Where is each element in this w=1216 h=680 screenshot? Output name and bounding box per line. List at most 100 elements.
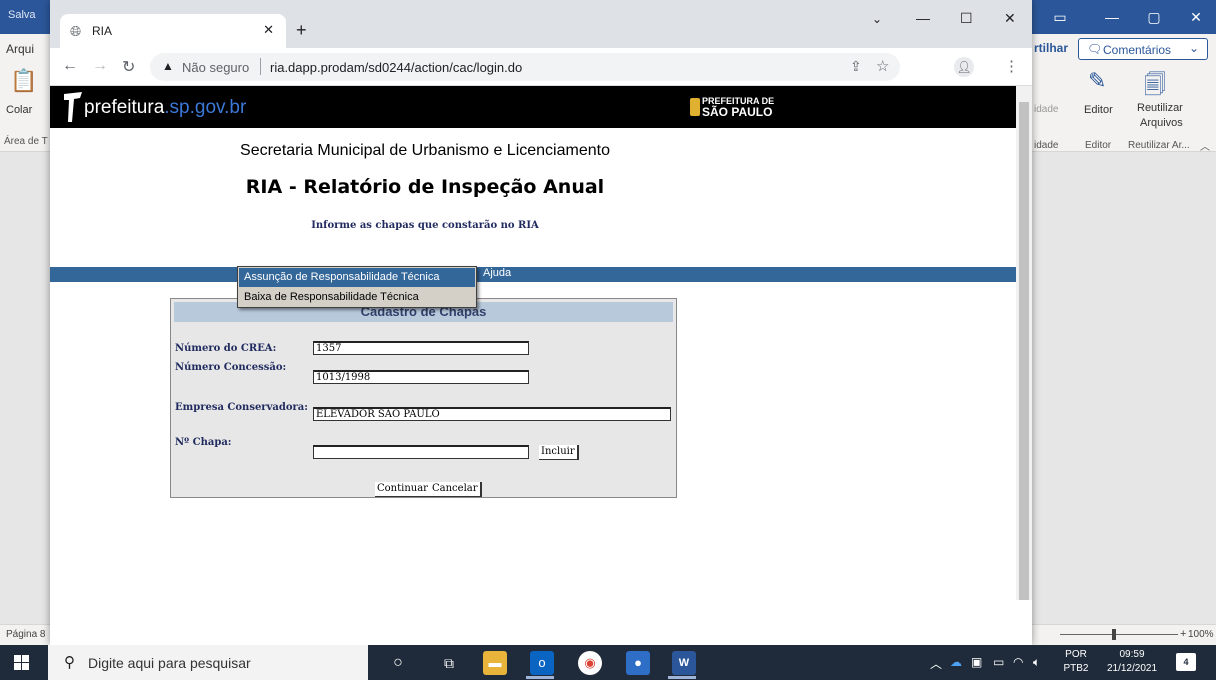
empresa-label: Empresa Conservadora:: [175, 402, 308, 413]
page-scrollbar[interactable]: [1016, 86, 1032, 600]
editor-group-label: Editor: [1085, 140, 1112, 151]
reuse-files-icon[interactable]: 🗐: [1144, 68, 1166, 106]
page-subtitle: Informe as chapas que constarão no RIA: [311, 220, 539, 231]
editor-icon[interactable]: ✎: [1088, 68, 1106, 94]
zoom-in-icon[interactable]: +: [1180, 628, 1186, 640]
windows-start-icon[interactable]: [14, 655, 29, 670]
clipboard-group-label: Área de T: [4, 136, 48, 147]
share-button[interactable]: rtilhar: [1034, 41, 1068, 55]
back-icon[interactable]: ←: [62, 57, 78, 75]
notification-center-icon[interactable]: 4: [1176, 653, 1196, 671]
chrome-maximize-icon[interactable]: ☐: [960, 10, 973, 27]
editor-label[interactable]: Editor: [1084, 104, 1113, 116]
prefeitura-logo-icon: [64, 92, 82, 122]
tab-arquivo[interactable]: Arqui: [6, 42, 34, 56]
menu-item-assuncao[interactable]: Assunção de Responsabilidade Técnica: [239, 268, 475, 287]
word-minimize-icon[interactable]: —: [1092, 4, 1132, 30]
lang-primary: POR: [1065, 649, 1087, 660]
logo-main: prefeitura: [84, 97, 165, 118]
status-page[interactable]: Página 8: [6, 629, 45, 640]
chrome-tabstrip: 🌐︎ RIA ✕ + ⌄ — ☐ ✕: [50, 0, 1032, 48]
menu-ajuda[interactable]: Ajuda: [483, 267, 511, 279]
secretaria-title: Secretaria Municipal de Urbanismo e Lice…: [240, 142, 610, 159]
tab-search-icon[interactable]: ⌄: [872, 12, 882, 26]
word-restore-icon[interactable]: ▢: [1134, 4, 1174, 30]
teams-icon[interactable]: ●: [626, 651, 650, 675]
notification-count: 4: [1183, 657, 1189, 667]
nav-menubar: Ajuda: [50, 267, 1016, 282]
prefeitura-sp-logo: PREFEITURA DE SÃO PAULO: [702, 97, 774, 119]
empresa-input[interactable]: ELEVADOR SAO PAULO: [313, 407, 671, 421]
system-clock[interactable]: 09:59 21/12/2021: [1100, 648, 1164, 676]
reuse-label-1[interactable]: Reutilizar: [1137, 102, 1183, 114]
ribbon-fragment-group: idade: [1034, 140, 1059, 151]
chapa-input[interactable]: [313, 445, 529, 459]
share-icon[interactable]: ⇪: [850, 58, 862, 75]
warning-icon[interactable]: ▲: [162, 59, 174, 73]
web-page: prefeitura.sp.gov.br PREFEITURA DE SÃO P…: [50, 86, 1016, 645]
address-bar[interactable]: ▲ Não seguro ria.dapp.prodam/sd0244/acti…: [150, 53, 900, 81]
chrome-toolbar: ← → ↻ ▲ Não seguro ria.dapp.prodam/sd024…: [50, 48, 1032, 86]
chapa-label: Nº Chapa:: [175, 437, 232, 448]
reuse-label-2[interactable]: Arquivos: [1140, 117, 1183, 129]
file-explorer-icon[interactable]: ▬: [483, 651, 507, 675]
profile-icon[interactable]: 👤︎: [954, 57, 974, 77]
chrome-close-icon[interactable]: ✕: [1004, 10, 1016, 27]
clock-time: 09:59: [1119, 649, 1145, 660]
forward-icon[interactable]: →: [92, 57, 108, 75]
zoom-level[interactable]: 100%: [1188, 629, 1214, 640]
volume-icon[interactable]: 🔈︎: [1033, 655, 1040, 670]
outlook-active-indicator: [526, 676, 554, 679]
paste-label[interactable]: Colar: [6, 104, 32, 116]
cancelar-button[interactable]: Cancelar: [430, 482, 482, 497]
ribbon-fragment-label: idade: [1034, 104, 1059, 115]
network-monitor-icon[interactable]: ▣: [971, 655, 982, 669]
word-close-icon[interactable]: ✕: [1176, 4, 1216, 30]
collapse-ribbon-icon[interactable]: ︿: [1200, 138, 1210, 153]
logo-domain: .sp.gov.br: [164, 97, 247, 118]
outlook-icon[interactable]: o: [530, 651, 554, 675]
language-indicator[interactable]: POR PTB2: [1060, 648, 1092, 676]
search-icon: ⚲: [64, 654, 75, 671]
lang-secondary: PTB2: [1063, 663, 1089, 674]
scrollbar-thumb[interactable]: [1019, 102, 1029, 600]
ribbon-display-icon[interactable]: ▭: [1040, 4, 1080, 30]
tab-title: RIA: [92, 24, 113, 38]
word-title-fragment: Salva: [8, 9, 36, 21]
concessao-input[interactable]: 1013/1998: [313, 370, 529, 384]
not-secure-label[interactable]: Não seguro: [182, 60, 249, 75]
site-header: prefeitura.sp.gov.br PREFEITURA DE SÃO P…: [50, 86, 1016, 128]
cadastro-form: Cadastro de Chapas Número do CREA: 1357 …: [170, 298, 677, 498]
zoom-slider-thumb[interactable]: [1112, 629, 1116, 640]
comments-button[interactable]: 🗨 Comentários ⌄: [1078, 38, 1208, 60]
new-tab-icon[interactable]: +: [296, 20, 307, 41]
zoom-slider[interactable]: [1060, 634, 1178, 635]
site-logo[interactable]: prefeitura.sp.gov.br: [84, 97, 246, 119]
chrome-minimize-icon[interactable]: —: [916, 10, 930, 26]
word-active-indicator: [668, 676, 696, 679]
crea-input[interactable]: 1357: [313, 341, 529, 355]
task-view-icon[interactable]: ⧉: [437, 651, 461, 675]
paste-icon[interactable]: 📋: [10, 68, 37, 94]
taskbar-search[interactable]: ⚲ Digite aqui para pesquisar: [48, 645, 368, 680]
incluir-button[interactable]: Incluir: [539, 445, 579, 460]
chrome-icon[interactable]: ◉: [578, 651, 602, 675]
continuar-button[interactable]: Continuar: [375, 482, 432, 497]
sao-paulo-crest-icon: [690, 98, 700, 116]
browser-tab[interactable]: 🌐︎ RIA ✕: [60, 14, 286, 48]
windows-taskbar: ⚲ Digite aqui para pesquisar ○ ⧉ ▬ o ◉ ●…: [0, 645, 1216, 680]
battery-icon[interactable]: ▭: [993, 655, 1004, 669]
tray-expand-icon[interactable]: ︿: [930, 655, 942, 672]
wifi-icon[interactable]: ◠: [1013, 655, 1023, 669]
menu-item-baixa[interactable]: Baixa de Responsabilidade Técnica: [239, 288, 475, 307]
cortana-icon[interactable]: ○: [386, 651, 410, 675]
menu-kebab-icon[interactable]: ⋮: [1004, 57, 1019, 75]
word-icon[interactable]: W: [672, 651, 696, 675]
comment-icon: 🗨: [1087, 42, 1103, 56]
url-text[interactable]: ria.dapp.prodam/sd0244/action/cac/login.…: [270, 60, 522, 75]
reload-icon[interactable]: ↻: [122, 57, 135, 77]
onedrive-icon[interactable]: ☁: [950, 655, 962, 669]
tab-close-icon[interactable]: ✕: [263, 22, 274, 38]
bookmark-star-icon[interactable]: ☆: [876, 57, 889, 75]
address-separator: [260, 58, 261, 75]
